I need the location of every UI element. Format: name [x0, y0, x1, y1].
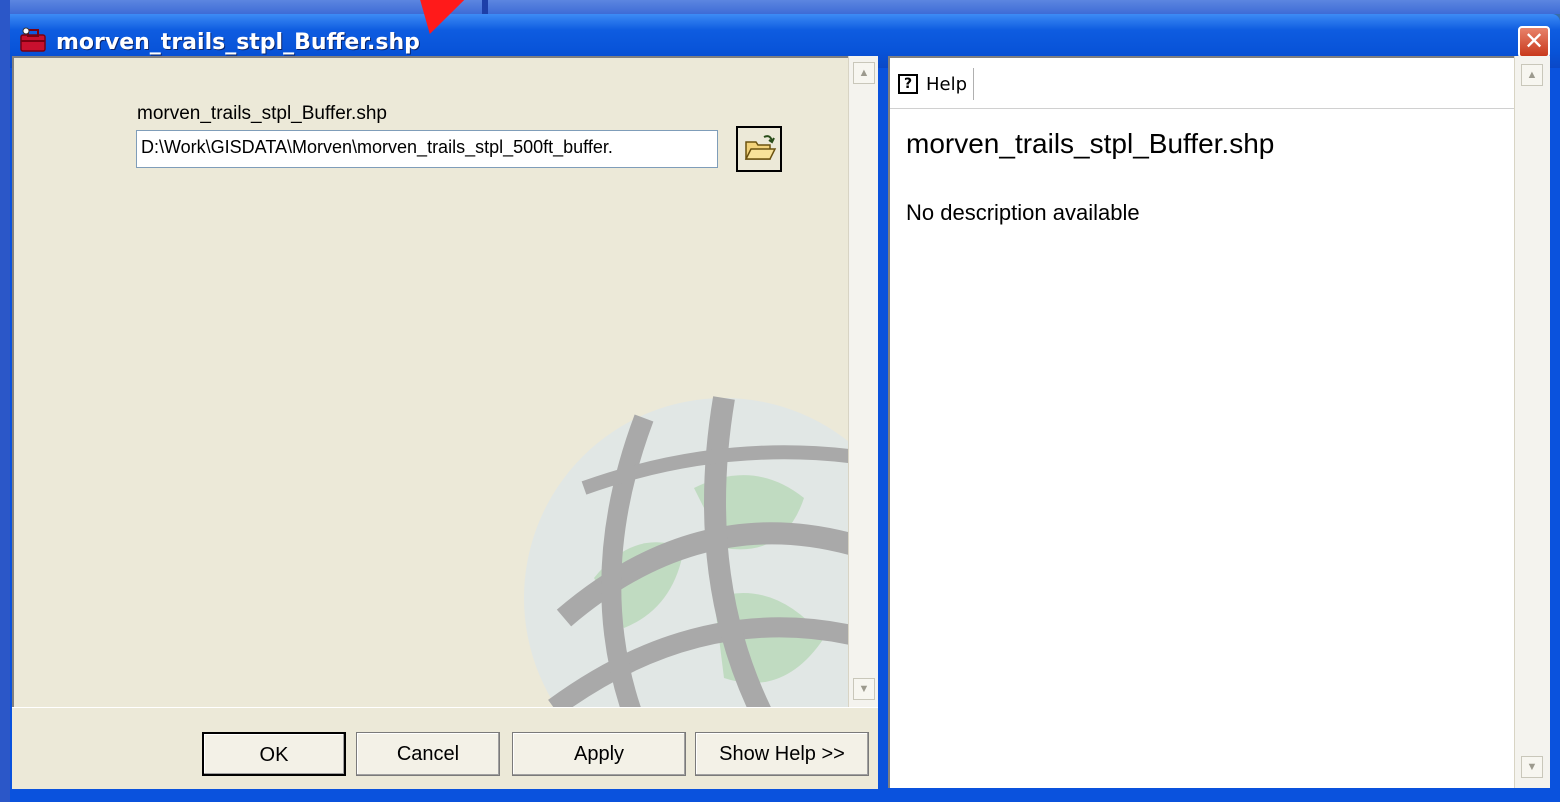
parameter-label: morven_trails_stpl_Buffer.shp — [137, 103, 387, 124]
scroll-down-icon[interactable]: ▼ — [853, 678, 875, 700]
close-icon: ✕ — [1523, 27, 1545, 55]
esri-globe-watermark-icon — [524, 396, 848, 707]
help-tab[interactable]: ? Help — [898, 68, 975, 100]
help-tab-label: Help — [926, 73, 968, 95]
help-scrollbar[interactable]: ▲ ▼ — [1514, 56, 1550, 788]
dialog-button-bar: OK Cancel Apply Show Help >> — [12, 707, 878, 789]
background-window-edge — [482, 0, 488, 14]
help-pane: ? Help morven_trails_stpl_Buffer.shp No … — [888, 56, 1516, 788]
parameters-scrollbar[interactable]: ▲ ▼ — [848, 56, 878, 707]
window-title: morven_trails_stpl_Buffer.shp — [56, 30, 420, 55]
cancel-button[interactable]: Cancel — [356, 732, 500, 776]
help-description: No description available — [906, 200, 1140, 225]
help-scroll-up-icon[interactable]: ▲ — [1521, 64, 1543, 86]
output-path-input[interactable]: D:\Work\GISDATA\Morven\morven_trails_stp… — [136, 130, 718, 168]
help-scroll-down-icon[interactable]: ▼ — [1521, 756, 1543, 778]
parameters-pane: morven_trails_stpl_Buffer.shp D:\Work\GI… — [12, 56, 848, 707]
browse-button[interactable] — [736, 126, 782, 172]
ok-button[interactable]: OK — [202, 732, 346, 776]
show-help-button[interactable]: Show Help >> — [695, 732, 869, 776]
help-title: morven_trails_stpl_Buffer.shp — [906, 128, 1275, 159]
close-button[interactable]: ✕ — [1518, 26, 1550, 58]
desktop-left-edge — [0, 0, 10, 802]
open-folder-icon — [744, 135, 777, 160]
toolbox-icon — [20, 27, 46, 52]
apply-button[interactable]: Apply — [512, 732, 686, 776]
help-icon: ? — [898, 74, 918, 94]
desktop-background-top — [0, 0, 1560, 14]
scroll-up-icon[interactable]: ▲ — [853, 62, 875, 84]
help-toolbar: ? Help — [890, 58, 1516, 109]
